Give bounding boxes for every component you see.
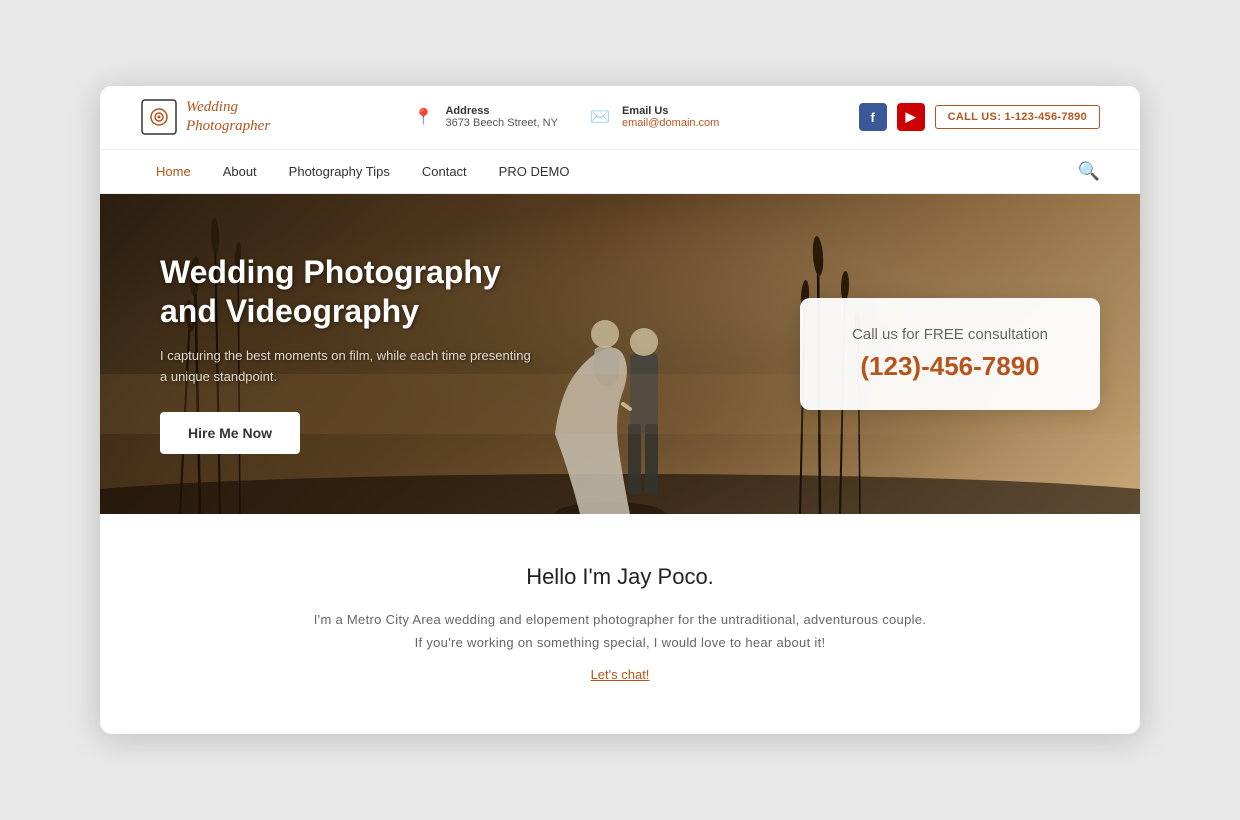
address-value: 3673 Beech Street, NY	[445, 117, 558, 129]
hire-me-button[interactable]: Hire Me Now	[160, 412, 300, 454]
search-icon[interactable]: 🔍	[1078, 161, 1100, 182]
about-title: Hello I'm Jay Poco.	[140, 564, 1100, 590]
address-info: 📍 Address 3673 Beech Street, NY	[409, 103, 558, 131]
hero-subtitle: I capturing the best moments on film, wh…	[160, 346, 540, 388]
nav-home[interactable]: Home	[140, 150, 207, 193]
hero-title: Wedding Photography and Videography	[160, 253, 540, 330]
email-label: Email Us	[622, 105, 719, 117]
address-label: Address	[445, 105, 558, 117]
about-section: Hello I'm Jay Poco. I'm a Metro City Are…	[100, 514, 1140, 735]
nav-links: Home About Photography Tips Contact PRO …	[140, 150, 585, 193]
nav-pro-demo[interactable]: PRO DEMO	[483, 150, 586, 193]
email-value: email@domain.com	[622, 117, 719, 129]
facebook-button[interactable]: f	[859, 103, 887, 131]
location-icon: 📍	[409, 103, 437, 131]
header-info-group: 📍 Address 3673 Beech Street, NY ✉️ Email…	[409, 103, 719, 131]
logo-text: Wedding Photographer	[186, 98, 270, 137]
email-info: ✉️ Email Us email@domain.com	[586, 103, 719, 131]
about-text: I'm a Metro City Area wedding and elopem…	[310, 608, 930, 655]
header-right: f ▶ CALL US: 1-123-456-7890	[859, 103, 1100, 131]
consultation-card: Call us for FREE consultation (123)-456-…	[800, 298, 1100, 410]
nav-contact[interactable]: Contact	[406, 150, 483, 193]
site-header: Wedding Photographer 📍 Address 3673 Beec…	[100, 86, 1140, 150]
main-nav: Home About Photography Tips Contact PRO …	[100, 150, 1140, 194]
logo[interactable]: Wedding Photographer	[140, 98, 270, 137]
youtube-button[interactable]: ▶	[897, 103, 925, 131]
consult-phone: (123)-456-7890	[840, 351, 1060, 382]
email-icon: ✉️	[586, 103, 614, 131]
lets-chat-link[interactable]: Let's chat!	[591, 667, 650, 682]
hero-content: Wedding Photography and Videography I ca…	[100, 213, 600, 493]
hero-section: Wedding Photography and Videography I ca…	[100, 194, 1140, 514]
consult-label: Call us for FREE consultation	[840, 326, 1060, 343]
nav-photography-tips[interactable]: Photography Tips	[273, 150, 406, 193]
call-button[interactable]: CALL US: 1-123-456-7890	[935, 105, 1100, 129]
browser-window: Wedding Photographer 📍 Address 3673 Beec…	[100, 86, 1140, 735]
logo-icon	[140, 98, 178, 136]
nav-about[interactable]: About	[207, 150, 273, 193]
